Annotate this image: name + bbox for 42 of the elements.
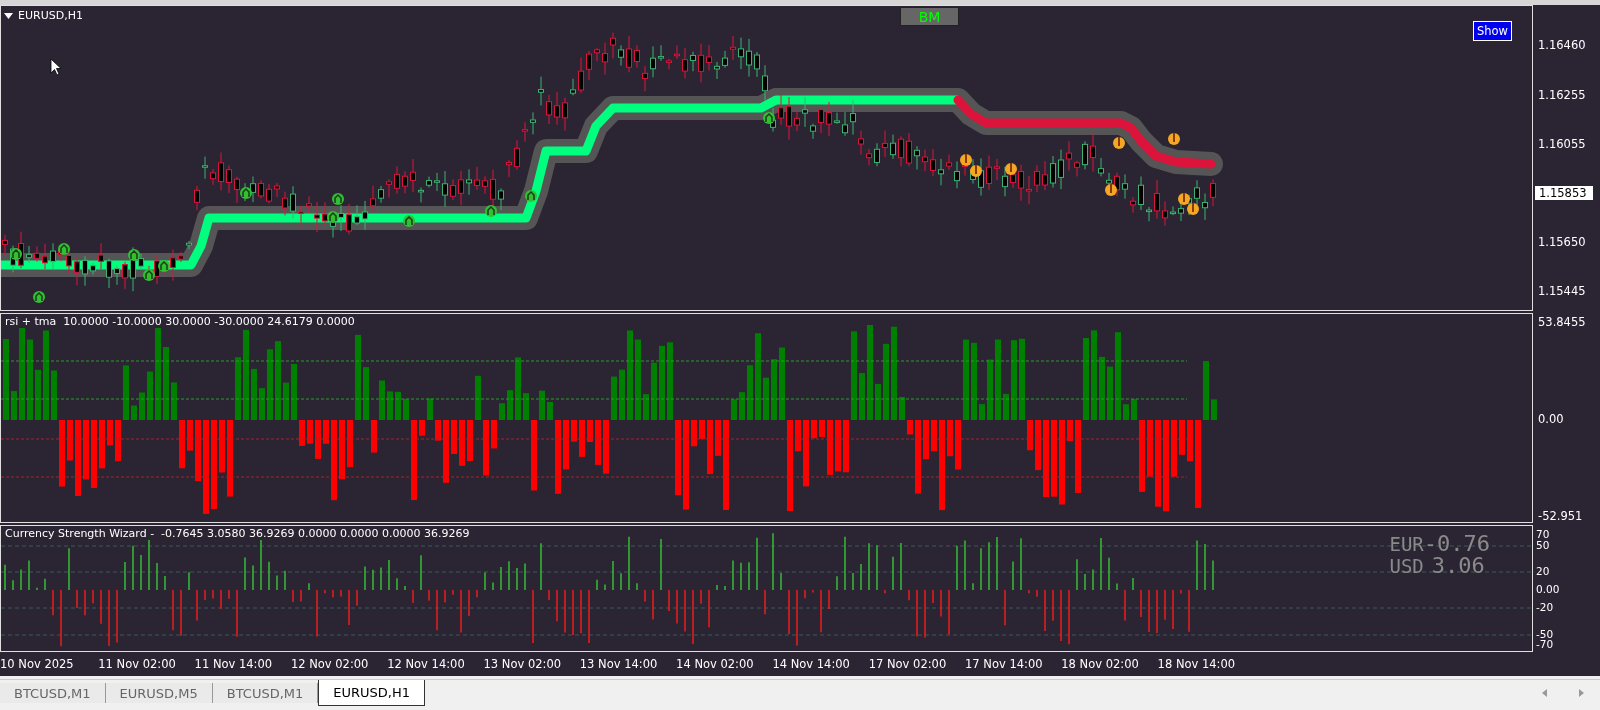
chart-tab[interactable]: BTCUSD,M1	[0, 683, 106, 703]
currency-name: USD	[1389, 555, 1424, 577]
scale-label: 0.00	[1536, 583, 1560, 595]
currency-name: EUR	[1389, 533, 1424, 555]
time-label: 12 Nov 02:00	[290, 657, 369, 671]
strength-value: 3.06	[1431, 555, 1485, 577]
scale-label: 0.00	[1538, 412, 1564, 426]
time-label: 11 Nov 02:00	[98, 657, 176, 671]
time-label: 18 Nov 02:00	[1061, 657, 1139, 671]
chart-tab[interactable]: EURUSD,H1	[318, 680, 426, 706]
show-button[interactable]: Show	[1473, 21, 1513, 41]
chart-tab[interactable]: BTCUSD,M1	[212, 683, 319, 703]
strength-value: -0.76	[1423, 533, 1490, 555]
scale-label: -20	[1536, 601, 1554, 613]
time-label: 12 Nov 14:00	[387, 657, 465, 671]
scale-label: 20	[1536, 565, 1550, 577]
time-label: 17 Nov 14:00	[965, 657, 1043, 671]
price-label: 1.15445	[1538, 284, 1586, 298]
price-label: 1.16055	[1538, 137, 1586, 151]
scale-label: 53.8455	[1538, 315, 1586, 329]
price-label: 1.16255	[1538, 88, 1586, 102]
scale-label: -52.951	[1538, 509, 1583, 523]
time-label: 17 Nov 02:00	[868, 657, 947, 671]
chart-tab[interactable]: EURUSD,M5	[105, 683, 213, 703]
time-label: 13 Nov 02:00	[483, 657, 562, 671]
time-label: 18 Nov 14:00	[1157, 657, 1236, 671]
scale-label: 50	[1536, 539, 1550, 551]
scale-label: -70	[1536, 638, 1554, 650]
time-label: 13 Nov 14:00	[579, 657, 658, 671]
scale-label: 70	[1536, 528, 1550, 540]
indicator-label: rsi + tma 10.0000 -10.0000 30.0000 -30.0000 24.6179 0.0000	[5, 315, 355, 328]
scale-label: -50	[1536, 628, 1554, 640]
price-label: 1.15650	[1538, 235, 1586, 249]
chart-title: EURUSD,H1	[18, 9, 83, 22]
price-label: 1.16460	[1538, 38, 1586, 52]
indicator-label: Currency Strength Wizard - -0.7645 3.0580 36.9269 0.0000 0.0000 0.0000 36.9269	[5, 527, 470, 540]
current-price-label: 1.15853	[1535, 186, 1593, 200]
bm-button[interactable]: BM	[900, 7, 959, 26]
time-label: 14 Nov 02:00	[676, 657, 754, 671]
time-label: 14 Nov 14:00	[772, 657, 850, 671]
time-label: 10 Nov 2025	[0, 657, 74, 671]
time-label: 11 Nov 14:00	[194, 657, 273, 671]
